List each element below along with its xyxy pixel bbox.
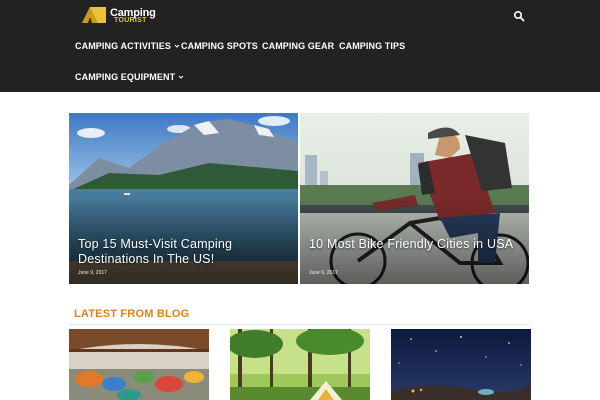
featured-date: June 6, 2017 [309,270,338,276]
nav-label: CAMPING ACTIVITIES [75,41,171,51]
nav-label: CAMPING GEAR [262,41,335,51]
nav-camping-tips[interactable]: CAMPING TIPS [339,41,405,51]
featured-post-2[interactable]: 10 Most Bike Friendly Cities in USA June… [300,113,529,284]
nav-label: CAMPING EQUIPMENT [75,72,176,82]
featured-image-cyclist-city [300,113,529,284]
nav-label: CAMPING TIPS [339,41,406,51]
blog-thumb-3[interactable] [391,329,531,400]
tent-logo-icon [82,7,106,23]
blog-thumb-2[interactable] [230,329,370,400]
nav-camping-gear[interactable]: CAMPING GEAR [262,41,334,51]
site-header: Camping TOURIST CAMPING ACTIVITIES CAMPI… [0,0,600,92]
thumb-image-tents-pavilion [69,329,209,400]
blog-thumb-1[interactable] [69,329,209,400]
site-logo[interactable]: Camping TOURIST [80,6,160,26]
featured-title[interactable]: 10 Most Bike Friendly Cities in USA [309,237,524,252]
search-icon[interactable] [513,10,525,22]
thumb-image-night-sky [391,329,531,400]
nav-camping-equipment[interactable]: CAMPING EQUIPMENT [75,72,184,82]
chevron-down-icon [174,44,180,48]
chevron-down-icon [178,75,184,79]
nav-label: CAMPING SPOTS [181,41,258,51]
logo-text-tourist: TOURIST [114,17,147,24]
nav-camping-spots[interactable]: CAMPING SPOTS [181,41,258,51]
thumb-image-forest-tent [230,329,370,400]
nav-camping-activities[interactable]: CAMPING ACTIVITIES [75,41,180,51]
featured-title[interactable]: Top 15 Must-Visit Camping Destinations I… [78,237,293,267]
featured-post-1[interactable]: Top 15 Must-Visit Camping Destinations I… [69,113,298,284]
section-divider [69,324,530,325]
section-heading-latest: LATEST FROM BLOG [74,308,190,320]
featured-date: June 9, 2017 [78,270,107,276]
